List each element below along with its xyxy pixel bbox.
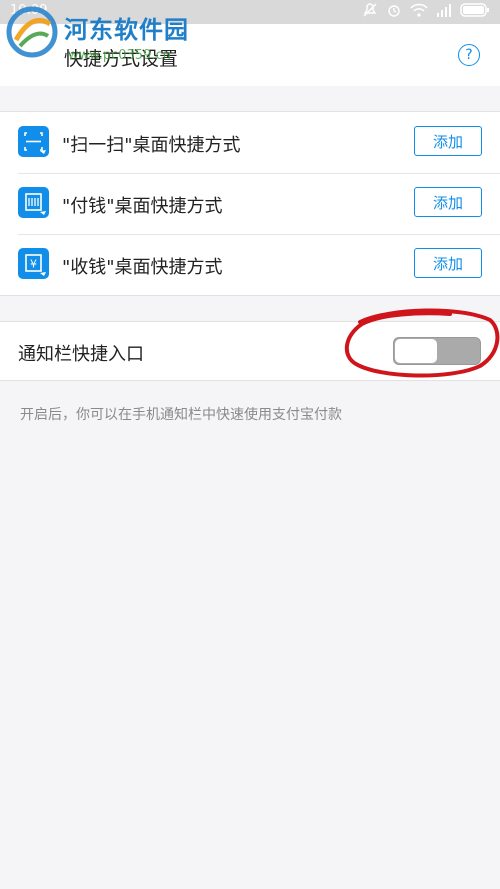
app-header: 快捷方式设置 ? — [0, 24, 500, 86]
notification-hint: 开启后，你可以在手机通知栏中快速使用支付宝付款 — [20, 407, 342, 423]
add-receive-shortcut-button[interactable]: 添加 — [414, 248, 482, 278]
notification-section: 通知栏快捷入口 — [0, 321, 500, 381]
svg-text:¥: ¥ — [30, 258, 37, 271]
shortcut-row-receive: ¥ "收钱"桌面快捷方式 添加 — [0, 234, 500, 295]
receive-icon: ¥ — [18, 248, 49, 279]
shortcut-row-scan: "扫一扫"桌面快捷方式 添加 — [0, 112, 500, 173]
status-icons — [362, 2, 490, 18]
pay-icon — [18, 187, 49, 218]
add-pay-shortcut-button[interactable]: 添加 — [414, 187, 482, 217]
shortcut-list: "扫一扫"桌面快捷方式 添加 "付钱"桌面快捷方式 添加 ¥ "收钱"桌面快捷方… — [0, 111, 500, 296]
status-bar: 10:09 — [0, 0, 500, 24]
notification-row: 通知栏快捷入口 — [0, 322, 500, 380]
shortcut-label: "付钱"桌面快捷方式 — [62, 196, 223, 217]
help-button[interactable]: ? — [458, 44, 480, 66]
wifi-icon — [410, 3, 428, 17]
shortcut-row-pay: "付钱"桌面快捷方式 添加 — [0, 173, 500, 234]
notification-label: 通知栏快捷入口 — [18, 344, 144, 365]
battery-icon — [460, 3, 489, 17]
toggle-knob — [395, 339, 437, 363]
status-time: 10:09 — [10, 3, 48, 18]
silent-icon — [363, 3, 377, 17]
shortcut-label: "收钱"桌面快捷方式 — [62, 257, 223, 278]
add-scan-shortcut-button[interactable]: 添加 — [414, 126, 482, 156]
page-title: 快捷方式设置 — [64, 48, 179, 70]
signal-icon — [437, 4, 451, 17]
scan-icon — [18, 126, 49, 157]
notification-toggle[interactable] — [393, 337, 481, 365]
alarm-icon — [388, 5, 400, 17]
shortcut-label: "扫一扫"桌面快捷方式 — [62, 135, 241, 156]
